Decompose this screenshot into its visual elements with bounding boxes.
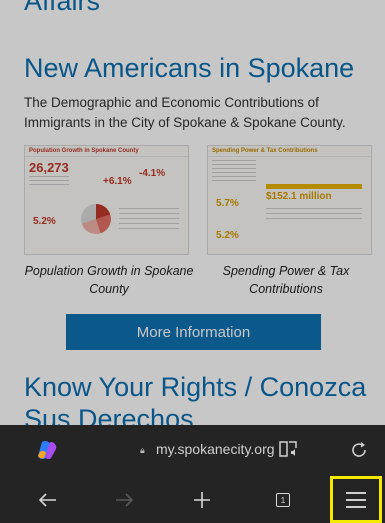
read-aloud-icon[interactable]: [279, 440, 299, 458]
hamburger-menu-icon: [346, 491, 366, 508]
menu-button[interactable]: [330, 476, 382, 523]
reload-icon[interactable]: [349, 440, 369, 460]
page-dim-overlay: [0, 0, 385, 425]
web-page: Affairs New Americans in Spokane The Dem…: [0, 0, 385, 425]
bottom-toolbar: 1: [0, 475, 385, 523]
address-bar[interactable]: 🔒︎ my.spokanecity.org: [0, 425, 385, 475]
new-tab-button[interactable]: [182, 483, 222, 517]
tabs-icon: 1: [276, 493, 290, 507]
forward-arrow-icon: [116, 493, 133, 507]
back-button[interactable]: [28, 483, 68, 517]
copilot-icon[interactable]: [36, 440, 58, 460]
back-arrow-icon: [39, 493, 56, 507]
plus-icon: [194, 492, 210, 508]
lock-icon: 🔒︎: [140, 445, 145, 455]
url-text[interactable]: my.spokanecity.org: [156, 441, 275, 457]
tabs-button[interactable]: 1: [263, 483, 303, 517]
browser-chrome: 🔒︎ my.spokanecity.org 1: [0, 425, 385, 523]
forward-button[interactable]: [104, 483, 144, 517]
